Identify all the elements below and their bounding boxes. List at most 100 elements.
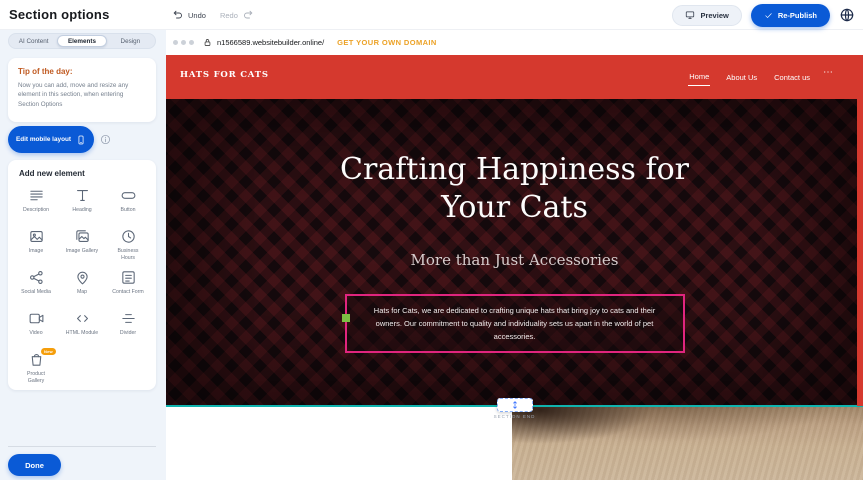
site-preview: HATS FOR CATS Home About Us Contact us ⋯ C…	[166, 55, 863, 480]
add-element-label: HTML Module	[66, 330, 98, 337]
site-nav: Home About Us Contact us	[688, 55, 811, 99]
add-element-divider[interactable]: Divider	[105, 310, 151, 349]
add-element-map[interactable]: Map	[59, 269, 105, 308]
page-title: Section options	[9, 7, 110, 22]
tab-ai-content[interactable]: AI Content	[10, 35, 57, 47]
add-element-label: Product Gallery	[19, 371, 53, 385]
up-down-arrow-icon	[510, 400, 520, 410]
section-resize-handle[interactable]	[497, 398, 533, 412]
redo-icon	[242, 9, 254, 21]
scrollbar-strip[interactable]	[857, 99, 863, 406]
add-element-label: Heading	[72, 207, 91, 214]
add-element-label: Social Media	[21, 289, 51, 296]
info-icon[interactable]	[100, 134, 111, 145]
add-element-label: Divider	[120, 330, 136, 337]
window-controls	[173, 40, 194, 45]
undo-label: Undo	[188, 11, 206, 20]
undo-icon	[172, 9, 184, 21]
image-gallery-icon	[74, 228, 91, 245]
site-header: HATS FOR CATS Home About Us Contact us ⋯	[166, 55, 863, 99]
done-button[interactable]: Done	[8, 454, 61, 476]
element-grid: Description Heading Button Image Image Galle…	[13, 187, 151, 390]
browser-bar: n1566589.websitebuilder.online/ GET YOUR…	[166, 30, 863, 55]
hero-subtitle: More than Just Accessories	[166, 251, 863, 269]
undo-button[interactable]: Undo	[172, 9, 206, 21]
add-element-label: Business Hours	[111, 248, 145, 262]
preview-button[interactable]: Preview	[672, 5, 741, 26]
map-icon	[74, 269, 91, 286]
tab-elements[interactable]: Elements	[57, 35, 106, 47]
add-element-label: Video	[29, 330, 42, 337]
add-element-image-gallery[interactable]: Image Gallery	[59, 228, 105, 267]
html-module-icon	[74, 310, 91, 327]
republish-label: Re-Publish	[778, 11, 817, 20]
history-controls: Undo Redo	[172, 0, 254, 30]
hero-section: Crafting Happiness for Your Cats More th…	[166, 99, 863, 406]
redo-label: Redo	[220, 11, 238, 20]
nav-item-contact-us[interactable]: Contact us	[773, 69, 811, 86]
topbar: Section options Undo Redo Preview	[0, 0, 863, 30]
add-panel-title: Add new element	[19, 169, 151, 178]
add-element-panel: Add new element Description Heading Button…	[8, 160, 156, 390]
add-element-html-module[interactable]: HTML Module	[59, 310, 105, 349]
add-element-image[interactable]: Image	[13, 228, 59, 267]
hero-title-line1: Crafting Happiness for	[166, 151, 863, 189]
add-element-description[interactable]: Description	[13, 187, 59, 226]
add-element-social-media[interactable]: Social Media	[13, 269, 59, 308]
add-element-label: Image Gallery	[66, 248, 98, 255]
get-domain-link[interactable]: GET YOUR OWN DOMAIN	[337, 38, 437, 47]
video-icon	[28, 310, 45, 327]
image-icon	[28, 228, 45, 245]
redo-button[interactable]: Redo	[220, 9, 254, 21]
sidebar: AI ContentElementsDesign Tip of the day:…	[0, 30, 166, 480]
preview-label: Preview	[700, 11, 728, 20]
business-hours-icon	[120, 228, 137, 245]
sidebar-divider	[8, 446, 156, 447]
add-element-label: Image	[29, 248, 43, 255]
contact-form-icon	[120, 269, 137, 286]
hero-title: Crafting Happiness for Your Cats	[166, 151, 863, 227]
tip-card: Tip of the day: Now you can add, move an…	[8, 58, 156, 122]
cat-carpet-image	[512, 407, 863, 480]
new-badge: New	[41, 348, 56, 355]
hero-title-line2: Your Cats	[166, 189, 863, 227]
tip-body: Now you can add, move and resize any ele…	[18, 81, 146, 109]
add-element-contact-form[interactable]: Contact Form	[105, 269, 151, 308]
site-url: n1566589.websitebuilder.online/	[217, 38, 324, 47]
globe-icon[interactable]	[839, 7, 855, 23]
social-media-icon	[28, 269, 45, 286]
monitor-icon	[685, 10, 695, 20]
add-element-label: Map	[77, 289, 87, 296]
add-element-business-hours[interactable]: Business Hours	[105, 228, 151, 267]
app: Section options Undo Redo Preview	[0, 0, 863, 480]
description-icon	[28, 187, 45, 204]
republish-button[interactable]: Re-Publish	[751, 4, 830, 27]
add-element-label: Description	[23, 207, 49, 214]
check-icon	[764, 11, 773, 20]
topbar-actions: Preview Re-Publish	[672, 0, 855, 30]
add-element-label: Button	[121, 207, 136, 214]
add-element-label: Contact Form	[112, 289, 143, 296]
nav-more-button[interactable]: ⋯	[823, 68, 833, 78]
sidebar-tabs: AI ContentElementsDesign	[8, 33, 156, 49]
lock-icon	[203, 38, 212, 47]
edit-mobile-label: Edit mobile layout	[16, 136, 71, 143]
nav-item-home[interactable]: Home	[688, 68, 710, 86]
hero-paragraph-box[interactable]: Hats for Cats, we are dedicated to craft…	[345, 294, 685, 353]
element-resize-handle[interactable]	[342, 314, 350, 322]
edit-mobile-layout-button[interactable]: Edit mobile layout	[8, 126, 94, 153]
hero-paragraph-text: Hats for Cats, we are dedicated to craft…	[374, 306, 655, 341]
divider-icon	[120, 310, 137, 327]
add-element-video[interactable]: Video	[13, 310, 59, 349]
tab-design[interactable]: Design	[107, 35, 154, 47]
add-element-heading[interactable]: Heading	[59, 187, 105, 226]
heading-icon	[74, 187, 91, 204]
canvas: n1566589.websitebuilder.online/ GET YOUR…	[166, 30, 863, 480]
mobile-phone-icon	[76, 135, 86, 145]
nav-item-about-us[interactable]: About Us	[725, 69, 758, 86]
tip-title: Tip of the day:	[18, 67, 146, 76]
add-element-button[interactable]: Button	[105, 187, 151, 226]
section-end-label: SECTION END	[485, 414, 545, 419]
add-element-product-gallery[interactable]: New Product Gallery	[13, 351, 59, 390]
site-logo[interactable]: HATS FOR CATS	[180, 70, 269, 80]
